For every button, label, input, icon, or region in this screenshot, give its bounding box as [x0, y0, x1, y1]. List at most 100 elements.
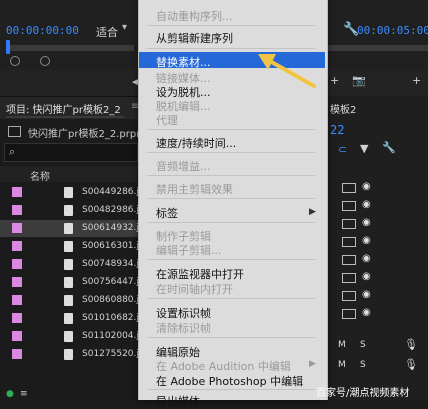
eye-icon[interactable]: ◉ — [362, 181, 371, 192]
menu-separator — [147, 198, 315, 199]
menu-item-edit-subclip: 编辑子剪辑... — [156, 244, 222, 257]
list-item[interactable]: S00449286.jpg — [0, 184, 150, 201]
toggle-sync-lock-icon[interactable] — [342, 309, 356, 319]
menu-item-export-media[interactable]: 导出媒体... — [156, 393, 211, 409]
list-item[interactable]: S01010682.jpg — [0, 310, 150, 327]
menu-item-open-in-timeline: 在时间轴内打开 — [156, 283, 233, 296]
lock-icon[interactable]: ● — [6, 389, 14, 399]
list-item[interactable]: S00482986.jpg — [0, 202, 150, 219]
toggle-sync-lock-icon[interactable] — [342, 219, 356, 229]
column-name-header[interactable]: 名称 — [30, 168, 50, 183]
duration-timecode: 00:00:05:00 — [357, 24, 428, 37]
submenu-arrow-icon: ▶ — [309, 207, 316, 217]
watermark: 百家号/潮点视频素材 — [316, 388, 410, 399]
image-file-icon — [64, 205, 73, 216]
playhead-timecode[interactable]: 00:00:00:00 — [6, 24, 79, 37]
zoom-dropdown[interactable]: 适合 — [96, 24, 118, 40]
search-input[interactable] — [4, 143, 138, 162]
label-color-swatch — [12, 259, 22, 269]
image-file-icon — [64, 241, 73, 252]
image-file-icon — [64, 349, 73, 360]
menu-item-edit-in-audition: 在 Adobe Audition 中编辑 — [156, 360, 291, 373]
menu-item-edit-in-photoshop[interactable]: 在 Adobe Photoshop 中编辑 — [156, 373, 303, 389]
menu-item-open-in-source-monitor[interactable]: 在源监视器中打开 — [156, 266, 244, 282]
eye-icon[interactable]: ◉ — [362, 235, 371, 246]
camera-icon[interactable]: 📷 — [352, 74, 366, 87]
list-item[interactable]: S01102004.jpg — [0, 328, 150, 345]
list-item[interactable]: S00756447.jpg — [0, 274, 150, 291]
menu-separator — [147, 389, 315, 390]
in-point-marker-icon[interactable] — [10, 56, 20, 66]
list-item[interactable]: S01275520.jpg — [0, 346, 150, 363]
menu-separator — [147, 337, 315, 338]
eye-icon[interactable]: ◉ — [362, 307, 371, 318]
image-file-icon — [64, 331, 73, 342]
submenu-arrow-icon: ▶ — [309, 359, 316, 369]
eye-icon[interactable]: ◉ — [362, 253, 371, 264]
image-file-icon — [64, 223, 73, 234]
playhead-handle[interactable] — [6, 40, 10, 54]
menu-separator — [147, 175, 315, 176]
toggle-sync-lock-icon[interactable] — [342, 291, 356, 301]
mute-toggle[interactable]: M — [338, 340, 346, 350]
solo-toggle[interactable]: S — [360, 340, 366, 350]
menu-separator — [147, 298, 315, 299]
list-item-selected[interactable]: S00614932.jpg — [0, 220, 150, 237]
list-item[interactable]: S00748934.jpg — [0, 256, 150, 273]
tab-project[interactable]: 项目: 快闪推广pr模板2_2 — [6, 101, 121, 116]
wrench-icon[interactable]: 🔧 — [382, 141, 396, 154]
eye-icon[interactable]: ◉ — [362, 199, 371, 210]
eye-icon[interactable]: ◉ — [362, 217, 371, 228]
eye-icon[interactable]: ◉ — [362, 289, 371, 300]
image-file-icon — [64, 295, 73, 306]
menu-separator — [147, 25, 315, 26]
list-view-icon[interactable]: ≡ — [20, 389, 28, 399]
marker-icon[interactable]: ▼ — [360, 142, 368, 155]
toggle-sync-lock-icon[interactable] — [342, 237, 356, 247]
solo-toggle[interactable]: S — [360, 360, 366, 370]
eye-icon[interactable]: ◉ — [362, 271, 371, 282]
search-icon: ⌕ — [9, 145, 16, 158]
list-item[interactable]: S00616301.jpg — [0, 238, 150, 255]
label-color-swatch — [12, 205, 22, 215]
annotation-arrow-icon — [258, 54, 316, 88]
menu-item-set-poster-frame[interactable]: 设置标识帧 — [156, 305, 211, 321]
image-file-icon — [64, 277, 73, 288]
label-color-swatch — [12, 349, 22, 359]
project-file-name: 快闪推广pr模板2_2.prproj — [28, 129, 149, 140]
menu-item-new-sequence-from-clip[interactable]: 从剪辑新建序列 — [156, 30, 233, 46]
list-item[interactable]: S00860880.jpg — [0, 292, 150, 309]
scrub-track-right[interactable] — [324, 45, 428, 51]
image-file-icon — [64, 259, 73, 270]
toggle-sync-lock-icon[interactable] — [342, 201, 356, 211]
menu-item-disable-master-clip-effects: 禁用主剪辑效果 — [156, 183, 233, 196]
label-color-swatch — [12, 187, 22, 197]
mute-toggle[interactable]: M — [338, 360, 346, 370]
out-point-marker-icon[interactable] — [40, 56, 50, 66]
toggle-sync-lock-icon[interactable] — [342, 273, 356, 283]
menu-item-replace-footage[interactable]: 替换素材... — [156, 54, 211, 70]
menu-item-auto-reframe: 自动重构序列... — [156, 10, 233, 23]
label-color-swatch — [12, 241, 22, 251]
chevron-down-icon[interactable]: ▾ — [122, 22, 127, 33]
toggle-sync-lock-icon[interactable] — [342, 255, 356, 265]
menu-item-speed-duration[interactable]: 速度/持续时间... — [156, 135, 236, 151]
label-color-swatch — [12, 223, 22, 233]
menu-item-clear-poster-frame: 清除标识帧 — [156, 322, 211, 335]
tab-sequence[interactable]: 模板2 — [330, 101, 356, 116]
microphone-icon[interactable]: 🎙 — [404, 338, 418, 351]
image-file-icon — [64, 313, 73, 324]
menu-item-audio-gain: 音频增益... — [156, 160, 211, 173]
menu-item-proxy: 代理 — [156, 114, 178, 127]
active-tab-underline — [6, 116, 124, 118]
microphone-icon[interactable]: 🎙 — [404, 358, 418, 371]
toggle-sync-lock-icon[interactable] — [342, 183, 356, 193]
snap-icon[interactable]: ⊂ — [338, 143, 347, 156]
add-button-icon[interactable]: + — [412, 74, 421, 87]
menu-item-label[interactable]: 标签 — [156, 205, 178, 221]
label-color-swatch — [12, 277, 22, 287]
scrub-track[interactable] — [6, 45, 134, 51]
sequence-timecode[interactable]: 22 — [330, 123, 344, 137]
export-frame-icon[interactable]: + — [330, 74, 339, 87]
image-file-icon — [64, 187, 73, 198]
